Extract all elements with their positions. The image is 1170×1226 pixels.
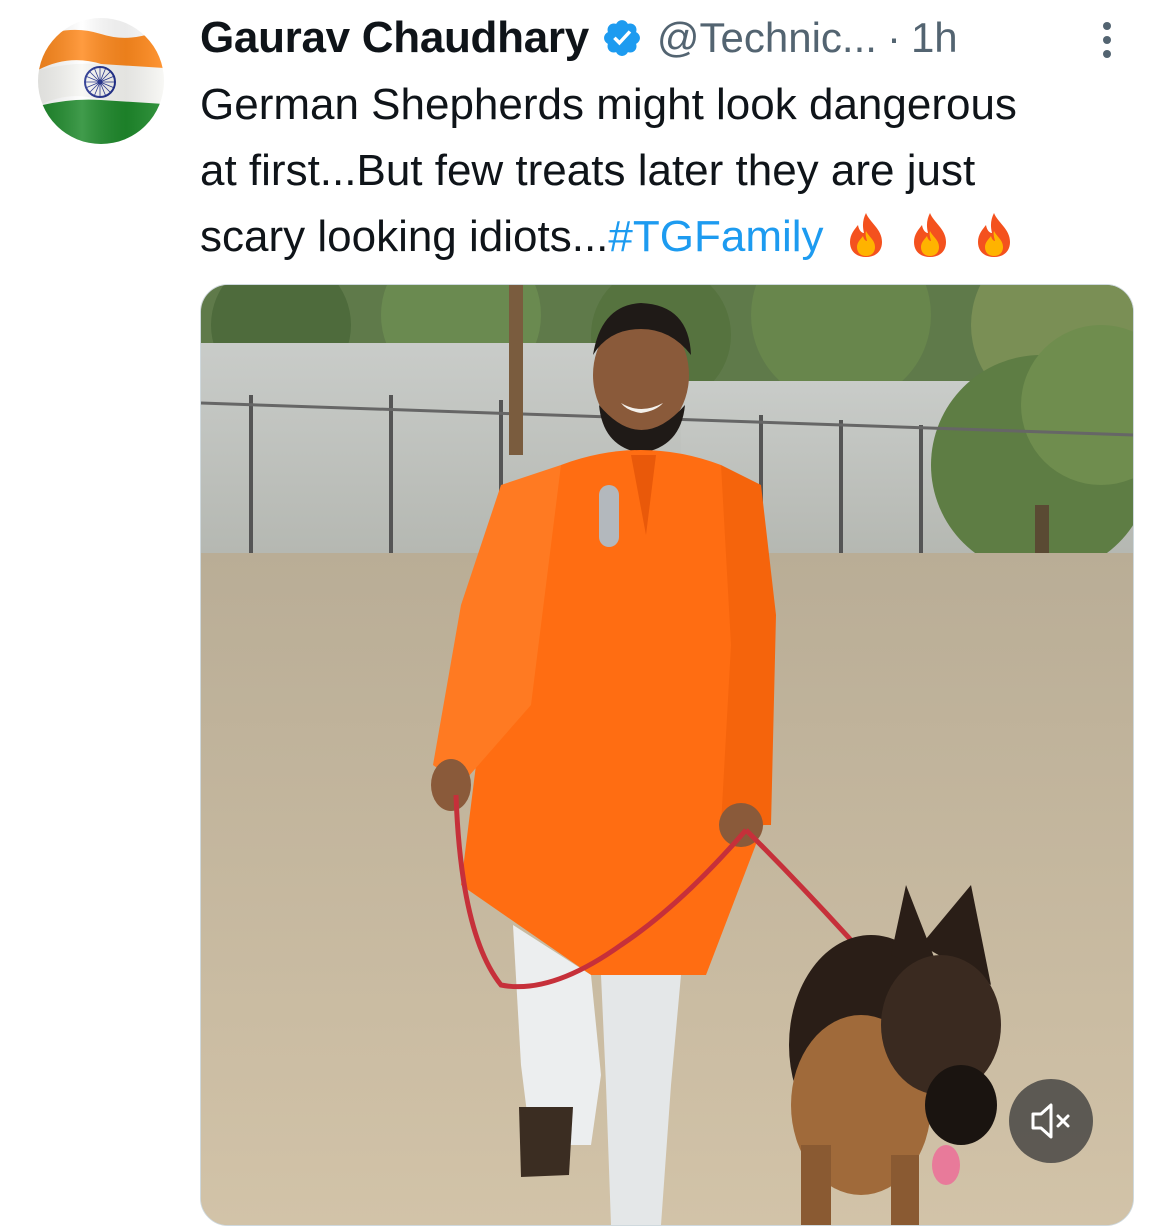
fire-icon: [913, 213, 946, 257]
tweet-text-segment: scary looking idiots...: [200, 212, 609, 261]
tweet[interactable]: Gaurav Chaudhary @Technic... · 1h German…: [0, 0, 1170, 1226]
volume-muted-icon: [1031, 1103, 1070, 1139]
tweet-media-video[interactable]: [200, 284, 1134, 1226]
tweet-text-line: scary looking idiots...#TGFamily: [200, 204, 1140, 270]
tweet-text-line: at first...But few treats later they are…: [200, 146, 976, 195]
video-frame: [201, 285, 1133, 1225]
fire-icon: [977, 213, 1010, 257]
hashtag-link[interactable]: #TGFamily: [608, 212, 823, 261]
header-separator: ·: [886, 14, 901, 61]
mute-toggle-button[interactable]: [1009, 1079, 1093, 1163]
author-avatar[interactable]: [38, 18, 164, 144]
verified-badge-icon[interactable]: [601, 17, 643, 59]
fire-icon: [849, 213, 882, 257]
tweet-timestamp[interactable]: 1h: [911, 14, 958, 62]
author-display-name[interactable]: Gaurav Chaudhary: [200, 13, 589, 63]
tweet-text: German Shepherds might look dangerous at…: [200, 72, 1140, 270]
tweet-text-line: German Shepherds might look dangerous: [200, 80, 1017, 129]
more-options-icon[interactable]: [1092, 16, 1122, 64]
author-handle[interactable]: @Technic...: [657, 14, 877, 62]
tweet-header: Gaurav Chaudhary @Technic... · 1h: [200, 8, 1130, 68]
india-flag-icon: [38, 18, 164, 144]
